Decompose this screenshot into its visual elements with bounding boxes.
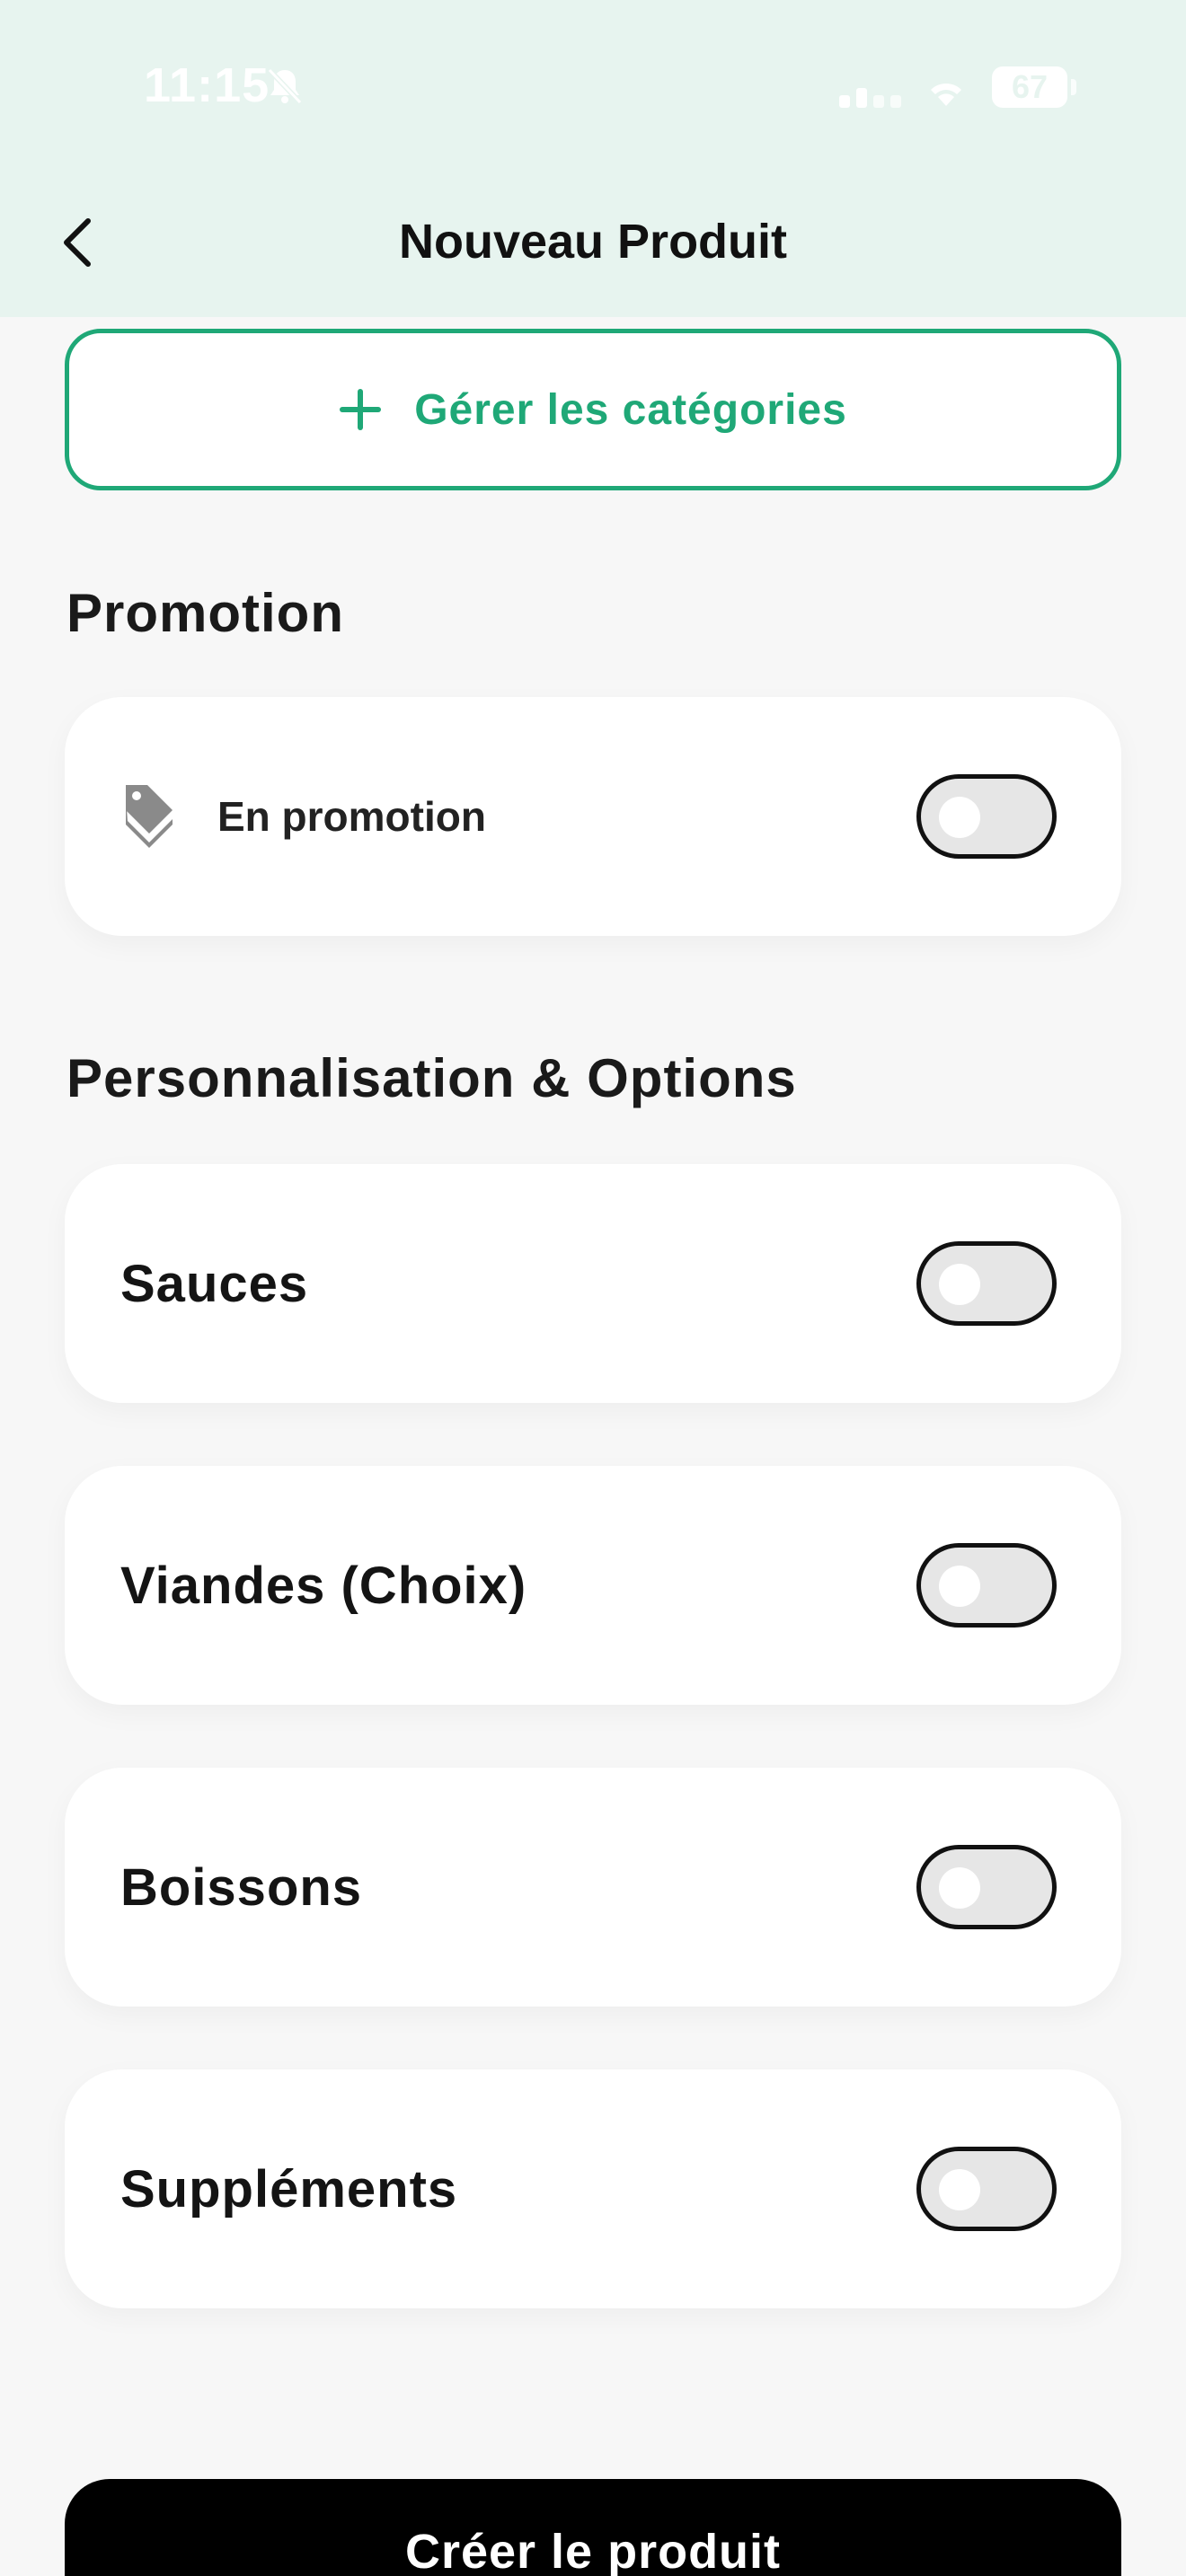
status-time: 11:15 (144, 58, 270, 112)
promotion-section-title: Promotion (66, 583, 344, 643)
option-label: Boissons (120, 1857, 363, 1917)
toggle-knob (939, 1264, 980, 1305)
battery-tip (1071, 79, 1076, 95)
create-product-label: Créer le produit (404, 2525, 782, 2576)
sauces-toggle[interactable] (916, 1241, 1057, 1326)
toggle-knob (939, 2169, 980, 2210)
battery-indicator: 67 (992, 66, 1067, 108)
promotion-toggle[interactable] (916, 774, 1057, 859)
toggle-knob (939, 1867, 980, 1909)
option-card-sauces: Sauces (65, 1164, 1121, 1403)
header: 11:15 67 Nouveau Produit (0, 0, 1186, 317)
option-label: Suppléments (120, 2159, 458, 2219)
manage-categories-button[interactable]: Gérer les catégories (65, 329, 1121, 490)
toggle-knob (939, 1566, 980, 1607)
signal-icon (839, 88, 901, 108)
supplements-toggle[interactable] (916, 2147, 1057, 2231)
manage-categories-label: Gérer les catégories (414, 385, 847, 434)
option-card-viandes: Viandes (Choix) (65, 1466, 1121, 1705)
boissons-toggle[interactable] (916, 1845, 1057, 1929)
option-label: Sauces (120, 1254, 309, 1313)
page-title: Nouveau Produit (398, 215, 788, 269)
options-section-title: Personnalisation & Options (66, 1048, 797, 1108)
wifi-icon (931, 83, 961, 106)
bell-muted-icon (267, 67, 303, 105)
viandes-toggle[interactable] (916, 1543, 1057, 1628)
promotion-card: En promotion (65, 697, 1121, 936)
option-card-boissons: Boissons (65, 1768, 1121, 2007)
tag-icon (126, 785, 173, 848)
plus-icon (340, 389, 382, 430)
promotion-label: En promotion (217, 793, 486, 840)
status-bar: 11:15 67 (0, 0, 1186, 171)
create-product-button[interactable]: Créer le produit (65, 2479, 1121, 2576)
toggle-knob (939, 797, 980, 838)
option-card-supplements: Suppléments (65, 2069, 1121, 2308)
option-label: Viandes (Choix) (120, 1556, 527, 1615)
